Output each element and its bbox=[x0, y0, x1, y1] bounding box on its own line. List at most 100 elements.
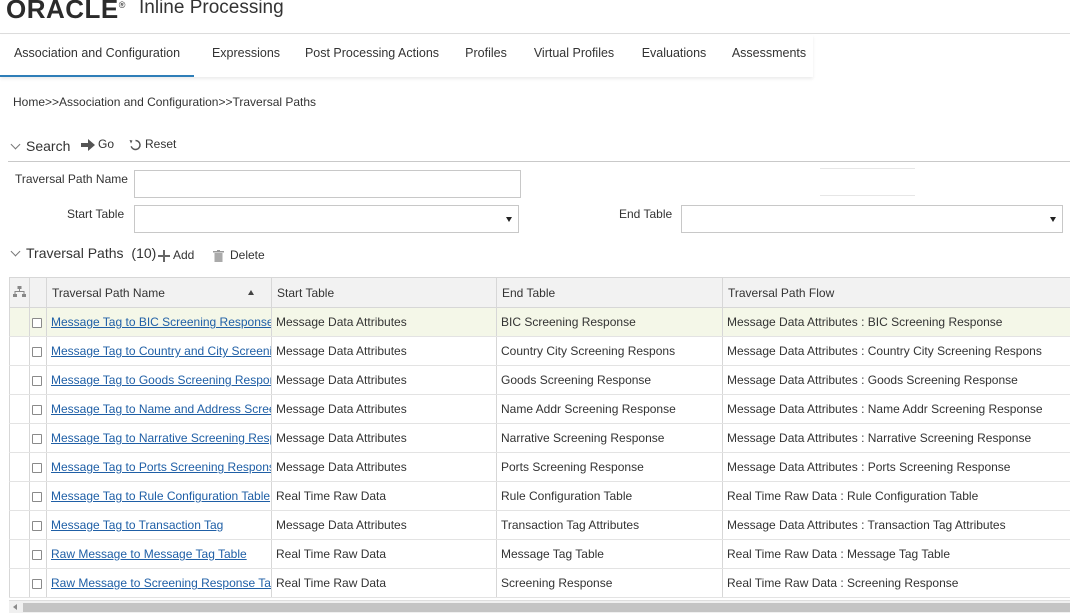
results-title: Traversal Paths (10) bbox=[26, 245, 156, 261]
end-table-select[interactable] bbox=[681, 205, 1063, 233]
traversal-path-link[interactable]: Message Tag to Transaction Tag bbox=[51, 518, 223, 532]
start-table-label: Start Table bbox=[67, 207, 125, 221]
table-row[interactable]: Message Tag to Rule Configuration Table … bbox=[9, 481, 1070, 511]
traversal-path-flow-cell: Real Time Raw Data : Screening Response bbox=[722, 568, 1070, 598]
start-table-cell: Real Time Raw Data bbox=[271, 568, 497, 598]
select-column-header bbox=[29, 277, 47, 308]
traversal-path-flow-cell: Message Data Attributes : Narrative Scre… bbox=[722, 423, 1070, 453]
row-checkbox[interactable] bbox=[32, 491, 42, 502]
end-table-cell: Transaction Tag Attributes bbox=[496, 510, 723, 540]
traversal-path-link[interactable]: Message Tag to Rule Configuration Table bbox=[51, 489, 270, 503]
start-table-cell: Message Data Attributes bbox=[271, 394, 497, 424]
results-collapse-chevron-icon[interactable] bbox=[10, 246, 21, 257]
hierarchy-column-header[interactable] bbox=[9, 277, 30, 308]
end-table-cell: Message Tag Table bbox=[496, 539, 723, 569]
end-table-label: End Table bbox=[619, 207, 673, 221]
row-checkbox[interactable] bbox=[32, 520, 42, 531]
start-table-cell: Message Data Attributes bbox=[271, 510, 497, 540]
traversal-path-flow-cell: Message Data Attributes : Transaction Ta… bbox=[722, 510, 1070, 540]
main-tabs: Association and Configuration Expression… bbox=[0, 35, 813, 77]
row-spacer bbox=[9, 568, 30, 598]
column-header-traversal-path-flow[interactable]: Traversal Path Flow bbox=[722, 277, 1070, 308]
traversal-paths-table: Traversal Path Name Start Table End Tabl… bbox=[9, 277, 1070, 598]
column-header-traversal-path-name[interactable]: Traversal Path Name bbox=[46, 277, 272, 308]
traversal-path-flow-cell: Real Time Raw Data : Rule Configuration … bbox=[722, 481, 1070, 511]
add-button[interactable]: Add bbox=[158, 248, 194, 262]
traversal-path-link[interactable]: Message Tag to Ports Screening Response bbox=[51, 460, 271, 474]
tab-evaluations[interactable]: Evaluations bbox=[637, 35, 711, 77]
go-label: Go bbox=[98, 137, 115, 151]
table-row[interactable]: Message Tag to Transaction Tag Message D… bbox=[9, 510, 1070, 540]
start-table-cell: Message Data Attributes bbox=[271, 423, 497, 453]
table-row[interactable]: Message Tag to Goods Screening Response … bbox=[9, 365, 1070, 395]
traversal-path-link[interactable]: Message Tag to Goods Screening Response bbox=[51, 373, 271, 387]
hierarchy-icon bbox=[13, 285, 26, 297]
column-header-end-table[interactable]: End Table bbox=[496, 277, 723, 308]
tab-assessments[interactable]: Assessments bbox=[728, 35, 810, 77]
tab-virtual-profiles[interactable]: Virtual Profiles bbox=[528, 35, 620, 77]
table-header-row: Traversal Path Name Start Table End Tabl… bbox=[9, 277, 1070, 308]
end-table-cell: Screening Response bbox=[496, 568, 723, 598]
table-row[interactable]: Message Tag to Narrative Screening Respo… bbox=[9, 423, 1070, 453]
row-checkbox[interactable] bbox=[32, 404, 42, 415]
tab-post-processing-actions[interactable]: Post Processing Actions bbox=[301, 35, 443, 77]
row-checkbox[interactable] bbox=[32, 375, 42, 386]
add-icon bbox=[158, 249, 170, 262]
table-row[interactable]: Message Tag to Ports Screening Response … bbox=[9, 452, 1070, 482]
table-row[interactable]: Message Tag to BIC Screening Response Me… bbox=[9, 307, 1070, 337]
row-select-cell bbox=[29, 336, 47, 366]
table-row[interactable]: Raw Message to Screening Response Table … bbox=[9, 568, 1070, 598]
row-checkbox[interactable] bbox=[32, 317, 42, 328]
end-table-cell: Narrative Screening Response bbox=[496, 423, 723, 453]
results-title-text: Traversal Paths bbox=[26, 245, 124, 261]
column-header-start-table[interactable]: Start Table bbox=[271, 277, 497, 308]
app-title: Inline Processing bbox=[139, 0, 284, 18]
traversal-path-link[interactable]: Message Tag to Name and Address Screenin… bbox=[51, 402, 271, 416]
row-checkbox[interactable] bbox=[32, 433, 42, 444]
scroll-left-arrow-icon[interactable] bbox=[13, 604, 17, 610]
start-table-cell: Message Data Attributes bbox=[271, 307, 497, 337]
row-spacer bbox=[9, 307, 30, 337]
start-table-cell: Real Time Raw Data bbox=[271, 539, 497, 569]
row-checkbox[interactable] bbox=[32, 462, 42, 473]
row-checkbox[interactable] bbox=[32, 549, 42, 560]
delete-button[interactable]: Delete bbox=[213, 248, 265, 262]
row-select-cell bbox=[29, 568, 47, 598]
oracle-logo: ORACLE® bbox=[6, 0, 126, 24]
tab-expressions[interactable]: Expressions bbox=[206, 35, 286, 77]
go-button[interactable]: Go bbox=[81, 137, 114, 151]
traversal-path-link[interactable]: Message Tag to BIC Screening Response bbox=[51, 315, 271, 329]
scrollbar-thumb[interactable] bbox=[23, 603, 1070, 612]
end-table-cell: Ports Screening Response bbox=[496, 452, 723, 482]
horizontal-scrollbar[interactable] bbox=[9, 600, 1070, 613]
table-row[interactable]: Message Tag to Name and Address Screenin… bbox=[9, 394, 1070, 424]
chevron-down-icon bbox=[506, 217, 512, 222]
tab-association-and-configuration[interactable]: Association and Configuration bbox=[0, 35, 194, 77]
row-spacer bbox=[9, 394, 30, 424]
row-spacer bbox=[9, 365, 30, 395]
row-checkbox[interactable] bbox=[32, 578, 42, 589]
traversal-path-flow-cell: Message Data Attributes : Goods Screenin… bbox=[722, 365, 1070, 395]
end-table-cell: Name Addr Screening Response bbox=[496, 394, 723, 424]
row-spacer bbox=[9, 336, 30, 366]
row-checkbox[interactable] bbox=[32, 346, 42, 357]
traversal-path-link[interactable]: Raw Message to Message Tag Table bbox=[51, 547, 247, 561]
traversal-path-name-label: Traversal Path Name bbox=[15, 172, 128, 186]
traversal-path-link[interactable]: Message Tag to Narrative Screening Respo… bbox=[51, 431, 271, 445]
start-table-select[interactable] bbox=[134, 205, 519, 233]
row-select-cell bbox=[29, 481, 47, 511]
row-spacer bbox=[9, 423, 30, 453]
row-select-cell bbox=[29, 539, 47, 569]
reset-button[interactable]: Reset bbox=[129, 137, 176, 151]
search-title: Search bbox=[26, 138, 71, 154]
tab-profiles[interactable]: Profiles bbox=[459, 35, 513, 77]
row-spacer bbox=[9, 539, 30, 569]
results-count: (10) bbox=[131, 245, 157, 261]
table-row[interactable]: Message Tag to Country and City Screenin… bbox=[9, 336, 1070, 366]
table-row[interactable]: Raw Message to Message Tag Table Real Ti… bbox=[9, 539, 1070, 569]
traversal-path-name-input[interactable] bbox=[134, 170, 521, 198]
sort-ascending-icon[interactable] bbox=[248, 289, 254, 295]
traversal-path-link[interactable]: Raw Message to Screening Response Table bbox=[51, 576, 271, 590]
end-table-cell: Country City Screening Respons bbox=[496, 336, 723, 366]
traversal-path-link[interactable]: Message Tag to Country and City Screenin… bbox=[51, 344, 271, 358]
